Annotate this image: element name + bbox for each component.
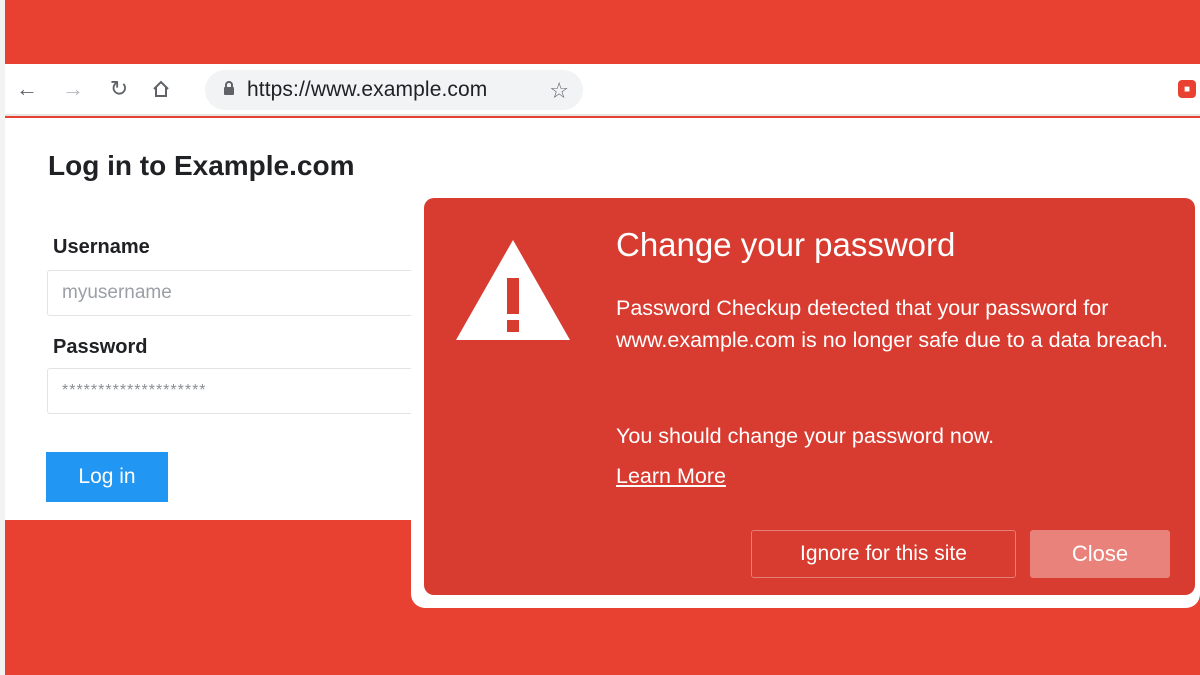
home-icon[interactable] [143, 71, 179, 107]
address-bar[interactable]: https://www.example.com ☆ [205, 70, 583, 110]
forward-arrow-icon[interactable]: → [55, 71, 91, 107]
dialog-title: Change your password [616, 226, 956, 263]
learn-more-link[interactable]: Learn More [616, 464, 726, 489]
warning-triangle-icon [456, 240, 570, 340]
login-button[interactable]: Log in [46, 452, 168, 502]
page-title: Log in to Example.com [48, 150, 355, 181]
username-input[interactable] [47, 270, 427, 316]
url-text[interactable]: https://www.example.com [247, 78, 487, 102]
dialog-message: Password Checkup detected that your pass… [616, 296, 1169, 352]
browser-toolbar: ← → ↻ https://www.example.com ☆ ■ [5, 64, 1200, 116]
lock-icon [223, 80, 235, 101]
close-button[interactable]: Close [1030, 530, 1170, 578]
username-label: Username [53, 236, 150, 258]
ignore-for-site-button[interactable]: Ignore for this site [751, 530, 1016, 578]
password-label: Password [53, 336, 148, 358]
reload-icon[interactable]: ↻ [101, 71, 137, 107]
back-arrow-icon[interactable]: ← [9, 71, 45, 107]
dialog-advice: You should change your password now. [616, 424, 995, 448]
star-icon[interactable]: ☆ [549, 78, 569, 104]
extension-icon[interactable]: ■ [1178, 80, 1196, 98]
change-password-dialog: Change your password Password Checkup de… [424, 198, 1195, 595]
password-input[interactable]: ******************** [47, 368, 427, 414]
